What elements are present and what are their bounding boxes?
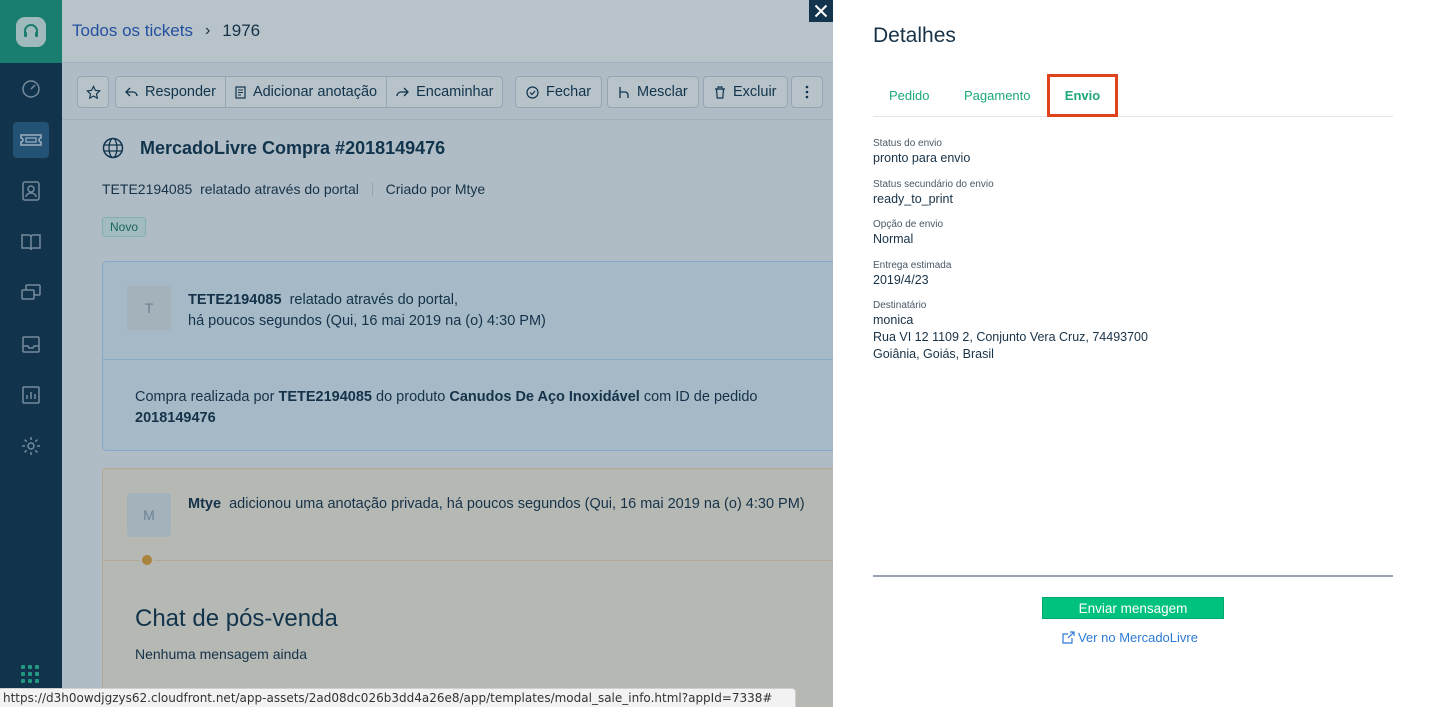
external-link-icon — [1062, 631, 1075, 644]
tab-pagamento[interactable]: Pagamento — [964, 74, 1031, 116]
close-modal-button[interactable] — [809, 0, 833, 22]
estimated-delivery: Entrega estimada 2019/4/23 — [873, 260, 952, 287]
tab-envio[interactable]: Envio — [1047, 74, 1118, 117]
details-modal: Detalhes Pedido Pagamento Envio Status d… — [833, 0, 1431, 707]
recipient: Destinatário monica Rua VI 12 1109 2, Co… — [873, 300, 1148, 361]
shipping-substatus: Status secundário do envio ready_to_prin… — [873, 179, 994, 206]
tab-pedido[interactable]: Pedido — [889, 74, 929, 116]
browser-status-url: https://d3h0owdjgzys62.cloudfront.net/ap… — [0, 688, 796, 707]
modal-title: Detalhes — [873, 24, 956, 47]
footer-divider — [873, 575, 1393, 577]
send-message-button[interactable]: Enviar mensagem — [1042, 597, 1224, 619]
shipping-option: Opção de envio Normal — [873, 219, 944, 246]
view-on-mercadolivre-link[interactable]: Ver no MercadoLivre — [1062, 630, 1198, 645]
modal-tabs: Pedido Pagamento Envio — [873, 74, 1393, 117]
shipping-status: Status do envio pronto para envio — [873, 138, 971, 165]
modal-backdrop[interactable] — [0, 0, 833, 707]
close-icon — [814, 4, 828, 18]
